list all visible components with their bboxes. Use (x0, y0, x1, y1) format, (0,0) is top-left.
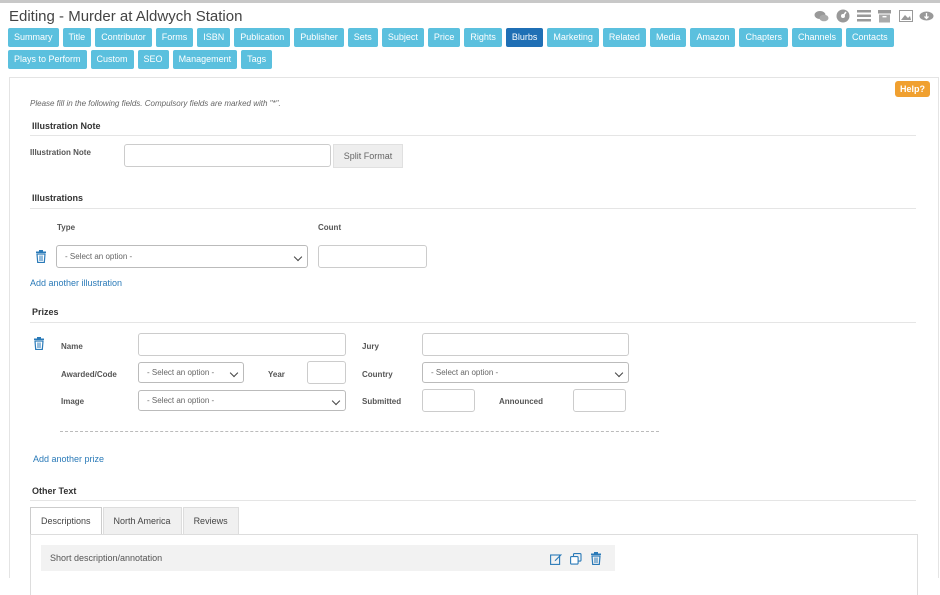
divider (30, 322, 916, 323)
prize-country-label: Country (362, 370, 393, 379)
prize-year-input[interactable] (307, 361, 346, 384)
tab-blurbs[interactable]: Blurbs (505, 28, 544, 47)
illustration-note-label: Illustration Note (30, 148, 91, 157)
prize-country-select[interactable]: - Select an option - (422, 362, 629, 383)
section-illustration-note: Illustration Note (32, 121, 101, 131)
copy-icon[interactable] (570, 553, 582, 565)
tab-reviews[interactable]: Reviews (182, 507, 239, 534)
tab-related[interactable]: Related (602, 28, 646, 47)
form-hint: Please fill in the following fields. Com… (30, 99, 281, 108)
help-button[interactable]: Help? (894, 81, 930, 97)
prize-country-value: - Select an option - (431, 368, 499, 377)
tab-management[interactable]: Management (172, 50, 238, 69)
list-icon[interactable] (856, 9, 871, 23)
dashboard-icon[interactable] (835, 9, 850, 23)
chevron-down-icon (293, 252, 303, 261)
section-tabs: Summary Title Contributor Forms ISBN Publicat… (8, 28, 913, 69)
tab-tags[interactable]: Tags (241, 50, 273, 69)
edit-panel: Help? Please fill in the following field… (9, 77, 939, 595)
descriptions-panel: Short description/annotation (30, 534, 918, 595)
tab-title[interactable]: Title (62, 28, 92, 47)
prize-jury-label: Jury (362, 342, 379, 351)
cloud-download-icon[interactable] (919, 9, 934, 23)
delete-description-icon[interactable] (590, 552, 602, 565)
prize-jury-input[interactable] (422, 333, 629, 356)
other-text-tabs: Descriptions North America Reviews (30, 507, 240, 534)
tab-chapters[interactable]: Chapters (739, 28, 789, 47)
type-column-label: Type (57, 223, 76, 232)
tab-subject[interactable]: Subject (381, 28, 424, 47)
tab-forms[interactable]: Forms (155, 28, 194, 47)
image-icon[interactable] (898, 9, 913, 23)
count-column-label: Count (318, 223, 342, 232)
prize-year-label: Year (268, 370, 285, 379)
submitted-label: Submitted (362, 397, 402, 406)
tab-descriptions[interactable]: Descriptions (30, 507, 102, 534)
section-prizes: Prizes (32, 307, 59, 317)
delete-prize-icon[interactable] (33, 337, 45, 350)
awarded-code-value: - Select an option - (147, 368, 215, 377)
delete-illustration-icon[interactable] (35, 250, 47, 263)
divider (30, 208, 916, 209)
tab-plays-to-perform[interactable]: Plays to Perform (8, 50, 87, 69)
prize-image-select[interactable]: - Select an option - (138, 390, 346, 411)
tab-sets[interactable]: Sets (347, 28, 378, 47)
edit-icon[interactable] (550, 553, 562, 565)
tab-isbn[interactable]: ISBN (197, 28, 231, 47)
prize-image-label: Image (61, 397, 85, 406)
tab-publisher[interactable]: Publisher (294, 28, 344, 47)
awarded-code-select[interactable]: - Select an option - (138, 362, 244, 383)
announced-label: Announced (499, 397, 543, 406)
tab-publication[interactable]: Publication (234, 28, 291, 47)
chat-icon[interactable] (814, 9, 829, 23)
tab-media[interactable]: Media (649, 28, 687, 47)
add-illustration-link[interactable]: Add another illustration (30, 278, 122, 288)
chevron-down-icon (614, 368, 624, 377)
tab-marketing[interactable]: Marketing (547, 28, 599, 47)
split-format-button[interactable]: Split Format (333, 144, 403, 168)
section-illustrations: Illustrations (32, 193, 84, 203)
announced-date-input[interactable] (573, 389, 626, 412)
awarded-code-label: Awarded/Code (61, 370, 117, 379)
tab-contacts[interactable]: Contacts (846, 28, 894, 47)
tab-custom[interactable]: Custom (90, 50, 134, 69)
page-title: Editing - Murder at Aldwych Station (9, 8, 243, 25)
tab-seo[interactable]: SEO (137, 50, 169, 69)
tab-price[interactable]: Price (427, 28, 461, 47)
chevron-down-icon (331, 396, 341, 405)
illustration-note-input[interactable] (124, 144, 331, 167)
prize-separator (60, 431, 659, 432)
top-toolbar (814, 9, 934, 23)
chevron-down-icon (229, 368, 239, 377)
description-title: Short description/annotation (50, 553, 163, 563)
divider (30, 135, 916, 136)
illustration-type-value: - Select an option - (65, 252, 133, 261)
prize-name-label: Name (61, 342, 83, 351)
top-border (0, 0, 940, 3)
tab-summary[interactable]: Summary (8, 28, 59, 47)
tab-amazon[interactable]: Amazon (690, 28, 736, 47)
submitted-date-input[interactable] (422, 389, 475, 412)
archive-icon[interactable] (877, 9, 892, 23)
add-prize-link[interactable]: Add another prize (33, 454, 104, 464)
tab-contributor[interactable]: Contributor (95, 28, 152, 47)
tab-north-america[interactable]: North America (102, 507, 182, 534)
prize-name-input[interactable] (138, 333, 346, 356)
tab-rights[interactable]: Rights (464, 28, 502, 47)
illustration-type-select[interactable]: - Select an option - (56, 245, 308, 268)
description-row: Short description/annotation (41, 545, 615, 571)
tab-channels[interactable]: Channels (792, 28, 843, 47)
illustration-count-input[interactable] (318, 245, 427, 268)
prize-image-value: - Select an option - (147, 396, 215, 405)
section-other-text: Other Text (32, 486, 77, 496)
divider (30, 500, 916, 501)
